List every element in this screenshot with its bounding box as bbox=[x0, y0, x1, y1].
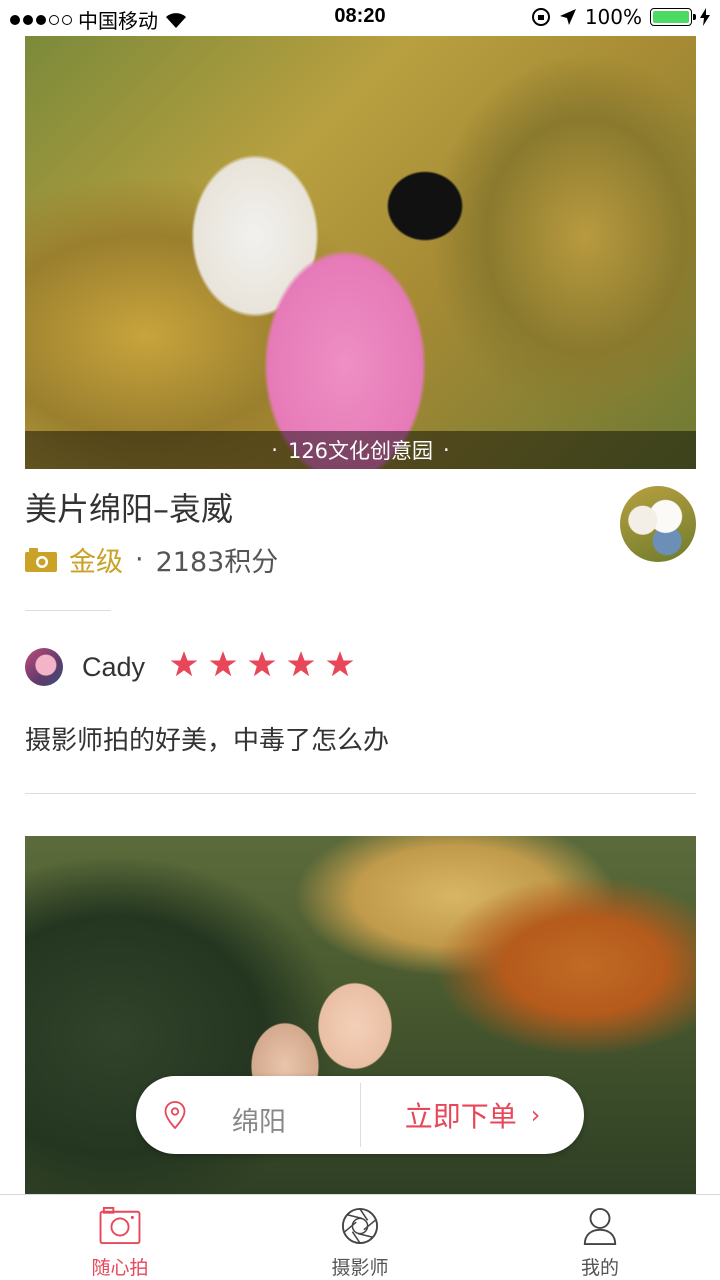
city-label: 绵阳 bbox=[232, 1107, 286, 1138]
location-label: 126文化创意园 bbox=[287, 439, 434, 463]
order-now-button[interactable]: 立即下单 › bbox=[361, 1076, 584, 1154]
divider bbox=[25, 793, 696, 794]
tab-label: 摄影师 bbox=[331, 1257, 389, 1279]
star-icon bbox=[170, 651, 198, 677]
photo-location-caption: · 126文化创意园 · bbox=[25, 431, 696, 469]
location-pin-icon bbox=[164, 1101, 186, 1129]
photographer-cover-photo[interactable]: · 126文化创意园 · bbox=[25, 36, 696, 469]
review-text: 摄影师拍的好美，中毒了怎么办 bbox=[25, 726, 390, 756]
battery-percent: 100% bbox=[584, 5, 642, 29]
user-icon bbox=[583, 1207, 617, 1245]
reviewer-name: Cady bbox=[82, 652, 146, 682]
chevron-right-icon: › bbox=[530, 1101, 541, 1129]
reviewer-avatar bbox=[25, 648, 63, 686]
star-icon bbox=[248, 651, 276, 677]
tab-me[interactable]: 我的 bbox=[480, 1195, 720, 1280]
meta-separator: · bbox=[135, 544, 144, 575]
points-label: 2183积分 bbox=[155, 547, 279, 578]
photographer-avatar[interactable] bbox=[620, 486, 696, 562]
battery-icon bbox=[650, 8, 696, 26]
divider bbox=[25, 610, 111, 611]
city-selector[interactable]: 绵阳 bbox=[136, 1076, 360, 1154]
rotation-lock-icon bbox=[531, 8, 550, 26]
aperture-icon bbox=[341, 1207, 379, 1245]
tab-photographers[interactable]: 摄影师 bbox=[240, 1195, 480, 1280]
photographer-meta: 金级 · 2183积分 bbox=[25, 540, 278, 579]
tab-label: 随心拍 bbox=[91, 1257, 149, 1279]
star-icon bbox=[287, 651, 315, 677]
camera-icon bbox=[99, 1207, 141, 1245]
status-bar: 中国移动 08:20 100% bbox=[0, 0, 720, 36]
rating-stars bbox=[170, 650, 354, 678]
order-bar: 绵阳 立即下单 › bbox=[136, 1076, 584, 1154]
status-right: 100% bbox=[531, 5, 710, 29]
location-arrow-icon bbox=[559, 9, 576, 25]
tab-shoot[interactable]: 随心拍 bbox=[0, 1195, 240, 1280]
tab-bar: 随心拍 摄影师 我的 bbox=[0, 1194, 720, 1280]
star-icon bbox=[326, 651, 354, 677]
tab-label: 我的 bbox=[580, 1257, 619, 1279]
charging-icon bbox=[700, 8, 710, 26]
level-badge: 金级 bbox=[69, 547, 123, 578]
photographer-name[interactable]: 美片绵阳–袁威 bbox=[25, 484, 233, 530]
camera-badge-icon bbox=[25, 547, 57, 572]
order-now-label: 立即下单 bbox=[404, 1100, 517, 1133]
star-icon bbox=[209, 651, 237, 677]
